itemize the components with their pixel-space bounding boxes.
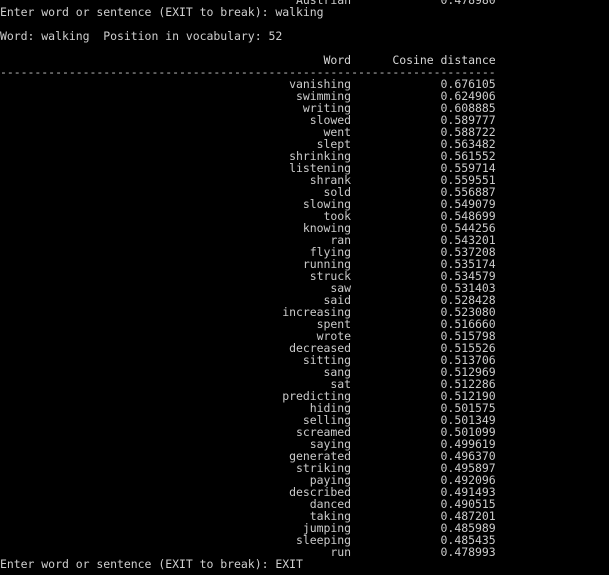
prompt-last-text: Enter word or sentence (EXIT to break): … xyxy=(0,557,303,571)
terminal-screen: Austrian 0.478980 Enter word or sentence… xyxy=(0,0,609,570)
terminal-window[interactable]: Austrian 0.478980 Enter word or sentence… xyxy=(0,0,609,575)
prompt-line-last: Enter word or sentence (EXIT to break): … xyxy=(0,558,609,570)
result-rows: vanishing 0.676105 swimming 0.624906 wri… xyxy=(0,78,609,558)
word-info-line: Word: walking Position in vocabulary: 52 xyxy=(0,30,609,42)
word-info-text: Word: walking Position in vocabulary: 52 xyxy=(0,29,283,43)
prompt-line-first: Enter word or sentence (EXIT to break): … xyxy=(0,6,609,18)
prompt-first-text: Enter word or sentence (EXIT to break): … xyxy=(0,5,324,19)
